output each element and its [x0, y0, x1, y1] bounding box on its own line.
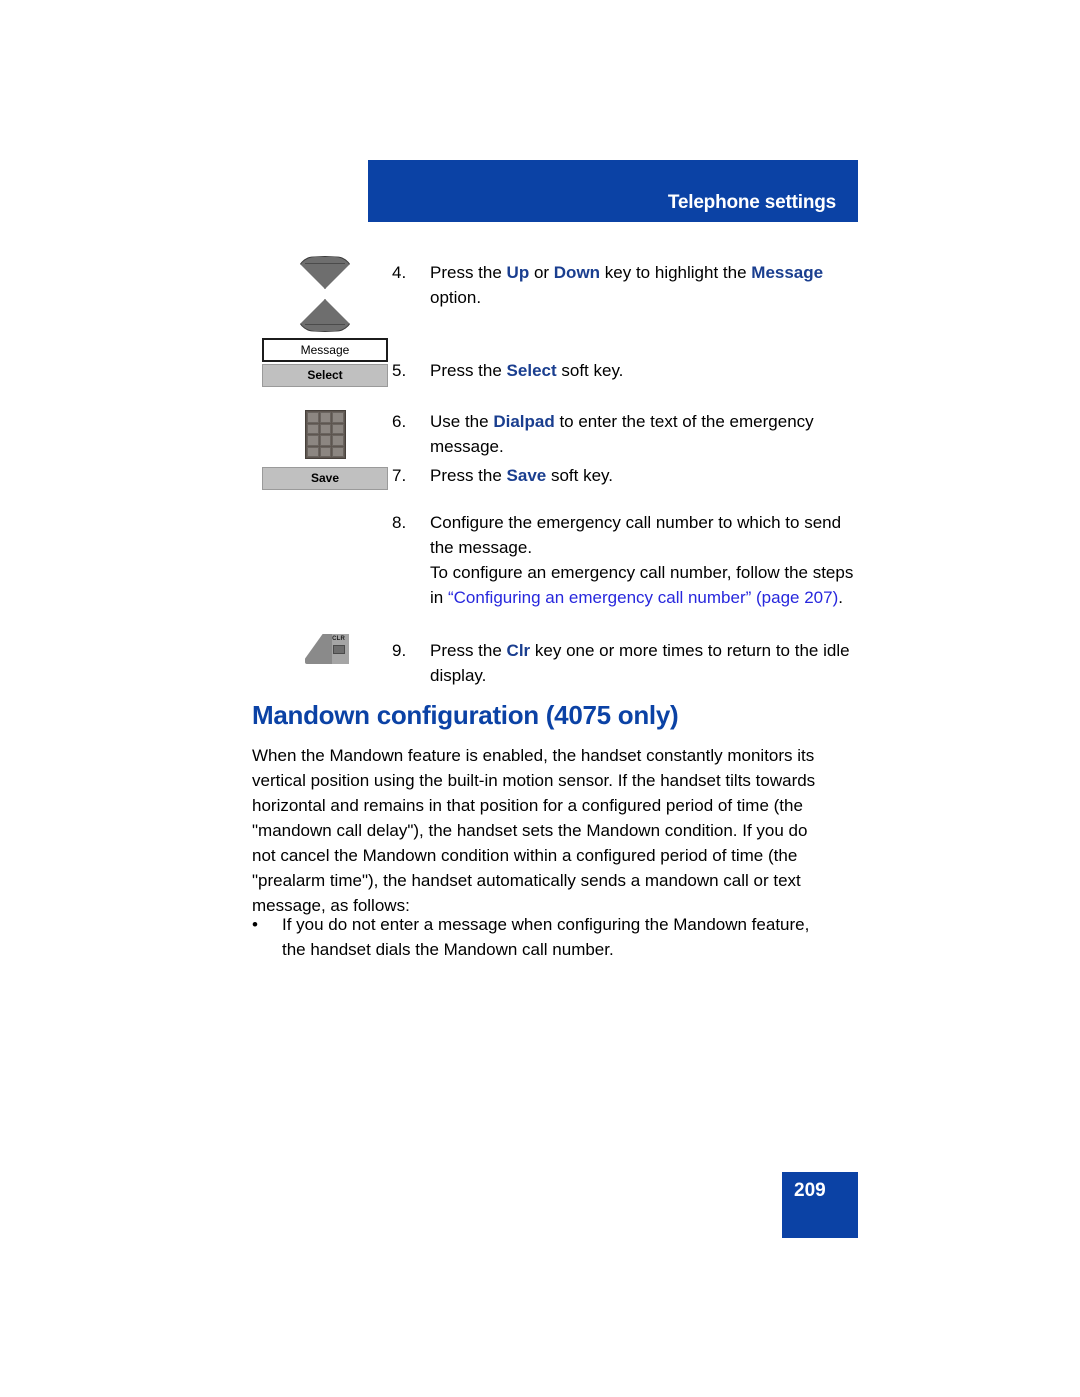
step-text: Press the Clr key one or more times to r… — [430, 641, 850, 685]
navigation-key-up-icon — [296, 256, 354, 289]
dialpad-key — [307, 435, 319, 446]
page-number-block: 209 — [782, 1172, 858, 1238]
step-text: Configure the emergency call number to w… — [430, 513, 854, 607]
list-item: 8. Configure the emergency call number t… — [392, 510, 862, 610]
page-header-banner: Telephone settings — [368, 160, 858, 222]
dialpad-key — [319, 423, 332, 434]
list-item: 5. Press the Select soft key. — [392, 358, 862, 383]
list-item: • If you do not enter a message when con… — [252, 912, 832, 962]
clr-key-label: CLR — [332, 636, 345, 642]
select-softkey-button[interactable]: Select — [262, 364, 388, 387]
list-item: 4. Press the Up or Down key to highlight… — [392, 260, 862, 310]
dialpad-key — [307, 423, 319, 434]
dialpad-key — [332, 412, 344, 423]
step-text: Use the Dialpad to enter the text of the… — [430, 412, 814, 456]
clr-key-glyph-icon — [333, 645, 345, 654]
clr-key-icon: CLR — [305, 634, 349, 664]
step-number: 5. — [392, 361, 407, 380]
dialpad-key — [319, 446, 332, 457]
step-number: 7. — [392, 466, 407, 485]
list-item: 9. Press the Clr key one or more times t… — [392, 638, 862, 688]
section-heading: Mandown configuration (4075 only) — [252, 700, 679, 730]
dialpad-key — [307, 412, 319, 423]
section-bullet-list: • If you do not enter a message when con… — [252, 912, 832, 962]
keyword-emphasis: Down — [553, 263, 601, 282]
keyword-emphasis: Up — [506, 263, 530, 282]
dialpad-key — [332, 435, 344, 446]
dialpad-key — [332, 446, 344, 457]
dialpad-key — [319, 412, 332, 423]
list-item: 6. Use the Dialpad to enter the text of … — [392, 409, 862, 459]
keyword-emphasis: Message — [751, 263, 824, 282]
step-text: Press the Save soft key. — [430, 466, 614, 485]
dialpad-key — [332, 423, 344, 434]
step-text: Press the Select soft key. — [430, 361, 624, 380]
dialpad-icon — [305, 410, 346, 459]
save-softkey-button[interactable]: Save — [262, 467, 388, 490]
navigation-key-down-icon — [296, 299, 354, 332]
navigation-key-up-groove — [305, 263, 345, 264]
message-display-box: Message — [262, 338, 388, 362]
step-number: 9. — [392, 641, 407, 660]
keyword-emphasis: Save — [506, 466, 547, 485]
bullet-marker: • — [252, 915, 258, 934]
step-number: 8. — [392, 513, 407, 532]
page-header-title: Telephone settings — [667, 192, 836, 213]
keyword-emphasis: Select — [506, 361, 557, 380]
dialpad-key — [319, 435, 332, 446]
keyword-emphasis: Clr — [506, 641, 531, 660]
cross-reference-link[interactable]: “Configuring an emergency call number” (… — [448, 588, 838, 607]
dialpad-key — [307, 446, 319, 457]
page-number: 209 — [794, 1180, 826, 1201]
up-down-navigation-key-icon — [296, 256, 354, 332]
keyword-emphasis: Dialpad — [493, 412, 555, 431]
step-number: 6. — [392, 412, 407, 431]
procedure-step-list: 4. Press the Up or Down key to highlight… — [392, 260, 862, 688]
section-paragraph: When the Mandown feature is enabled, the… — [252, 746, 816, 915]
bullet-text: If you do not enter a message when confi… — [282, 915, 810, 959]
list-item: 7. Press the Save soft key. — [392, 463, 862, 488]
step-number: 4. — [392, 263, 407, 282]
step-text: Press the Up or Down key to highlight th… — [430, 263, 824, 307]
navigation-key-down-groove — [305, 324, 345, 325]
